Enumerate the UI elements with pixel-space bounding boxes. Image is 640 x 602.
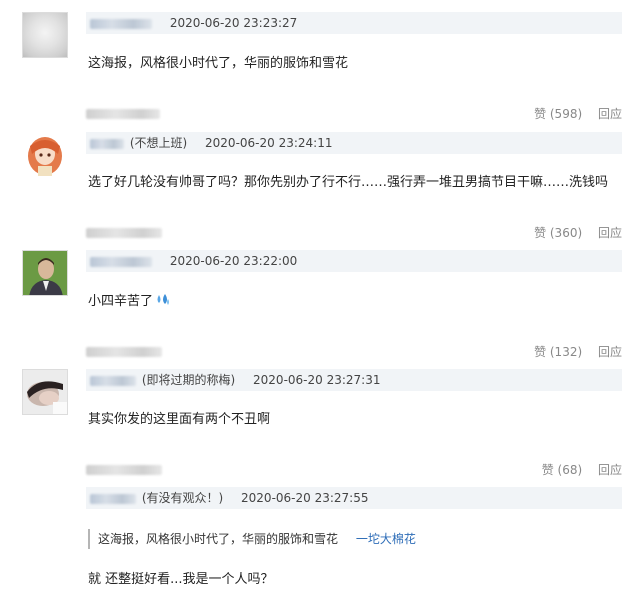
quote-text: 这海报，风格很小时代了，华丽的服饰和雪花	[98, 532, 339, 546]
username-blurred[interactable]	[90, 18, 152, 29]
comment-actions: 赞 (68) 回应	[86, 460, 622, 480]
avatar[interactable]	[22, 250, 68, 296]
quoted-comment: 这海报，风格很小时代了，华丽的服饰和雪花 一坨大棉花	[88, 529, 416, 549]
comment-actions: 赞 (598) 回应	[86, 104, 622, 124]
comment-meta-bar: (不想上班) 2020-06-20 23:24:11	[86, 132, 622, 154]
comment-time: 2020-06-20 23:24:11	[205, 136, 333, 150]
comment-text: 就 还整挺好看...我是一个人吗？	[88, 572, 274, 587]
username-blurred[interactable]	[90, 493, 136, 504]
comment-meta-bar: 2020-06-20 23:22:00	[86, 250, 622, 272]
like-button[interactable]: 赞 (598)	[534, 107, 582, 121]
comment-time: 2020-06-20 23:27:31	[253, 373, 381, 387]
meta-blurred	[86, 465, 162, 475]
comment-time: 2020-06-20 23:27:55	[241, 491, 369, 505]
username-blurred[interactable]	[90, 375, 136, 386]
comment-meta-bar: (有没有观众！) 2020-06-20 23:27:55	[86, 487, 622, 509]
quote-author-link[interactable]: 一坨大棉花	[356, 532, 416, 546]
avatar[interactable]	[22, 369, 68, 415]
comment-meta-bar: (即将过期的称梅) 2020-06-20 23:27:31	[86, 369, 622, 391]
comment-time: 2020-06-20 23:22:00	[169, 254, 298, 268]
username-suffix: (有没有观众！)	[141, 491, 224, 505]
comment-text: 选了好几轮没有帅哥了吗？那你先别办了行不行……强行弄一堆丑男搞节目干嘛……洗钱吗	[88, 175, 609, 190]
comment-actions: 赞 (360) 回应	[86, 223, 622, 243]
like-button[interactable]: 赞 (68)	[542, 463, 582, 477]
reply-button[interactable]: 回应	[598, 463, 622, 477]
sweat-drops-icon	[157, 294, 170, 305]
like-button[interactable]: 赞 (132)	[534, 345, 582, 359]
comment-text: 这海报，风格很小时代了，华丽的服饰和雪花	[88, 56, 349, 71]
meta-blurred	[86, 228, 162, 238]
reply-button[interactable]: 回应	[598, 345, 622, 359]
comment-meta-bar: 2020-06-20 23:23:27	[86, 12, 622, 34]
reply-button[interactable]: 回应	[598, 107, 622, 121]
anime-girl-avatar-icon	[28, 137, 62, 176]
username-suffix: (即将过期的称梅)	[141, 373, 236, 387]
avatar[interactable]	[22, 12, 68, 58]
meta-blurred	[86, 347, 162, 357]
reply-button[interactable]: 回应	[598, 226, 622, 240]
avatar[interactable]	[22, 132, 68, 178]
comment-text-body: 小四辛苦了	[88, 294, 154, 309]
username-suffix: (不想上班)	[129, 136, 188, 150]
username-blurred[interactable]	[90, 138, 124, 149]
comment-actions: 赞 (132) 回应	[86, 342, 622, 362]
sleeping-person-avatar-icon	[23, 370, 67, 414]
username-blurred[interactable]	[90, 256, 152, 267]
comment-time: 2020-06-20 23:23:27	[169, 16, 298, 30]
comment-text: 小四辛苦了	[88, 290, 171, 309]
man-photo-avatar-icon	[23, 251, 67, 295]
like-button[interactable]: 赞 (360)	[534, 226, 582, 240]
comment-text: 其实你发的这里面有两个不丑啊	[88, 412, 271, 427]
meta-blurred	[86, 109, 160, 119]
